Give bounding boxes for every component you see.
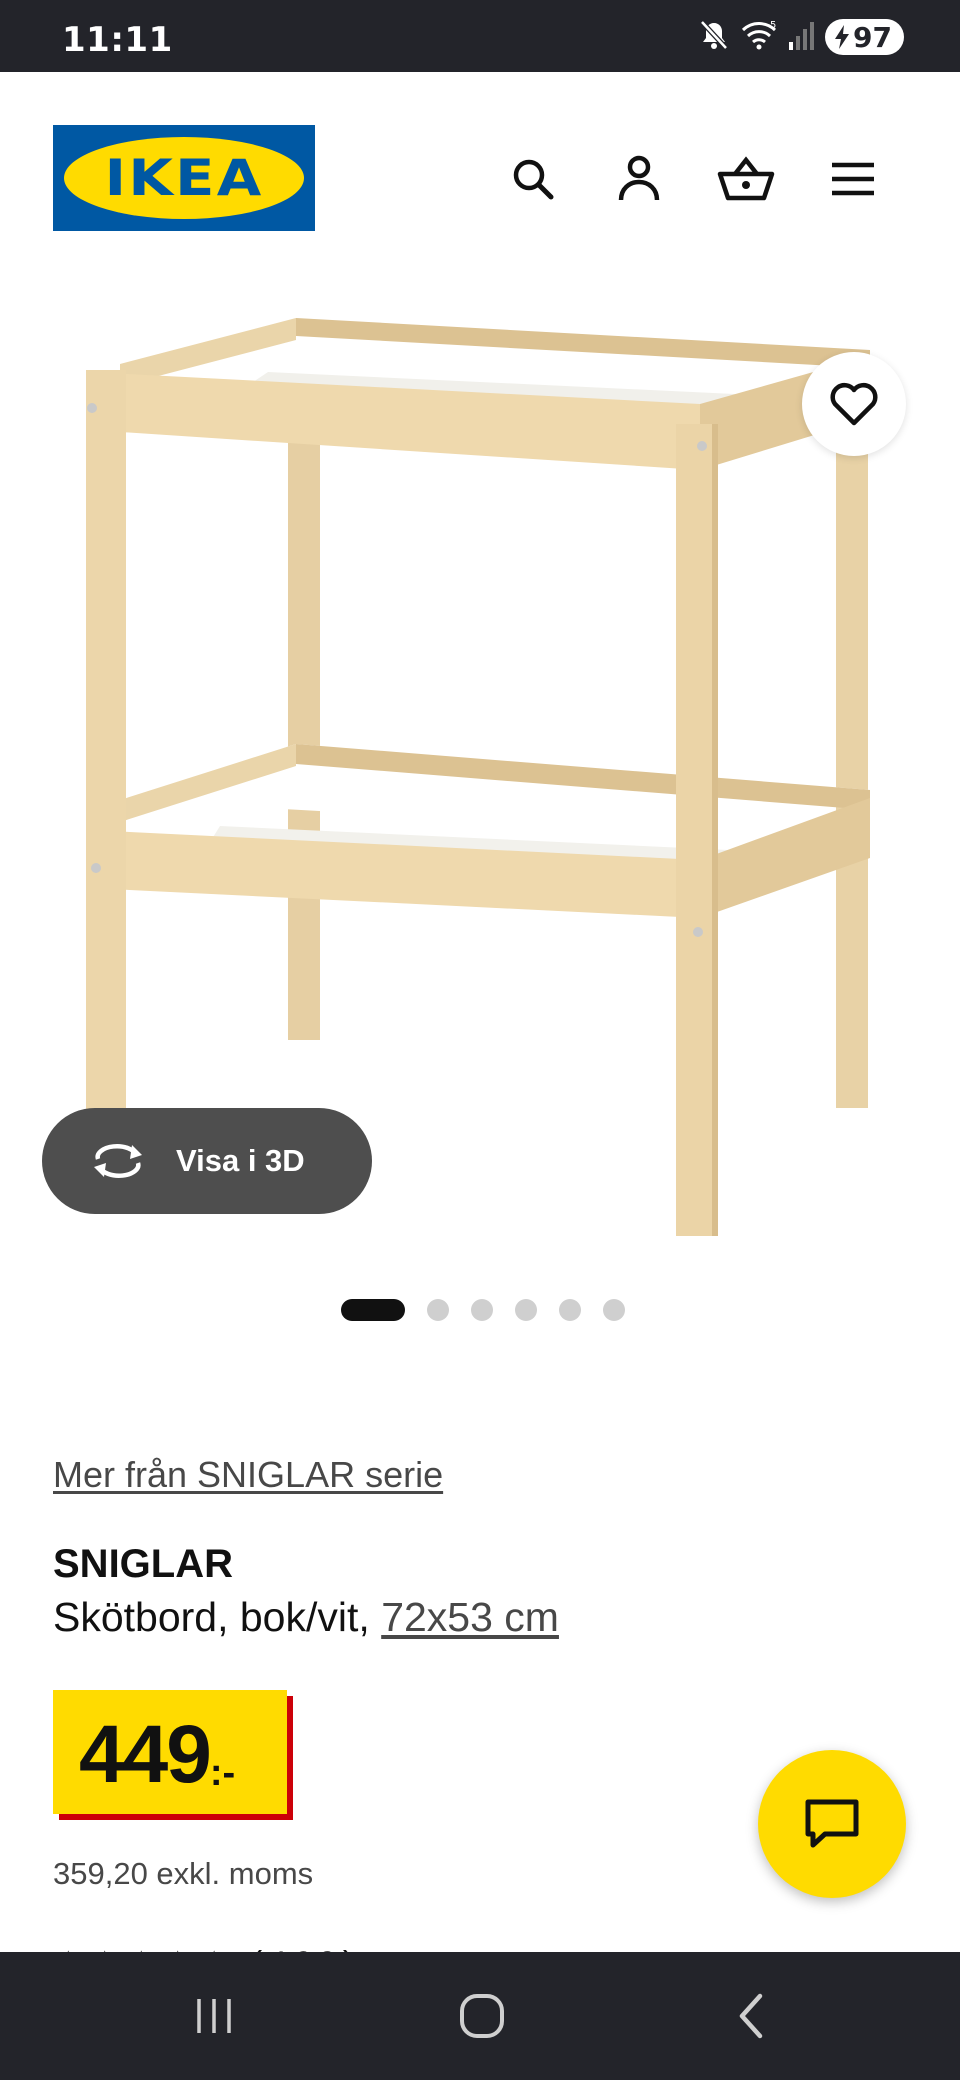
charging-icon [835, 25, 850, 49]
size-link[interactable]: 72x53 cm [381, 1594, 559, 1640]
gallery-dot[interactable] [471, 1299, 493, 1321]
rating-stars[interactable]: ★★★★★ (469) [53, 1944, 360, 1983]
home-icon[interactable] [450, 1984, 514, 2048]
status-time: 11:11 [62, 20, 173, 60]
status-bar: 11:11 5 97 [0, 0, 960, 72]
menu-icon[interactable] [823, 149, 883, 209]
ikea-logo[interactable]: IKEA [53, 125, 315, 231]
gallery-dot-active[interactable] [341, 1299, 405, 1321]
site-header: IKEA [0, 72, 960, 282]
status-icons: 5 97 [697, 18, 904, 56]
system-nav-bar [0, 1952, 960, 2080]
logo-text: IKEA [104, 149, 264, 207]
product-name: SNIGLAR [53, 1542, 233, 1586]
search-icon[interactable] [503, 149, 563, 209]
price-excl-vat: 359,20 exkl. moms [53, 1856, 314, 1891]
wifi-icon: 5 [739, 18, 779, 57]
battery-indicator: 97 [825, 19, 904, 55]
chat-icon [805, 1799, 859, 1848]
back-icon[interactable] [720, 1984, 784, 2048]
gallery-dot[interactable] [515, 1299, 537, 1321]
chat-button[interactable] [758, 1750, 906, 1898]
product-description: Skötbord, bok/vit, 72x53 cm [53, 1594, 559, 1641]
price-suffix: :- [209, 1752, 236, 1794]
battery-level: 97 [853, 20, 892, 54]
svg-text:5: 5 [770, 20, 776, 31]
account-icon[interactable] [609, 149, 669, 209]
recent-apps-icon[interactable] [182, 1984, 246, 2048]
mute-icon [697, 18, 731, 57]
signal-icon [787, 18, 817, 57]
price-integer: 449 [79, 1709, 212, 1800]
favorite-button[interactable] [802, 352, 906, 456]
view-in-3d-label: Visa i 3D [176, 1143, 305, 1178]
gallery-dot[interactable] [603, 1299, 625, 1321]
cart-icon[interactable] [716, 149, 776, 209]
price-tag: 449 :- [53, 1690, 287, 1814]
logo-oval: IKEA [64, 137, 304, 219]
gallery-dot[interactable] [559, 1299, 581, 1321]
gallery-dot[interactable] [427, 1299, 449, 1321]
series-link[interactable]: Mer från SNIGLAR serie [53, 1454, 443, 1496]
view-in-3d-button[interactable]: Visa i 3D [42, 1108, 372, 1214]
gallery-pagination [0, 1298, 960, 1322]
heart-icon [830, 382, 878, 426]
rotate-3d-icon [94, 1144, 142, 1178]
product-description-text: Skötbord, bok/vit, [53, 1594, 370, 1640]
